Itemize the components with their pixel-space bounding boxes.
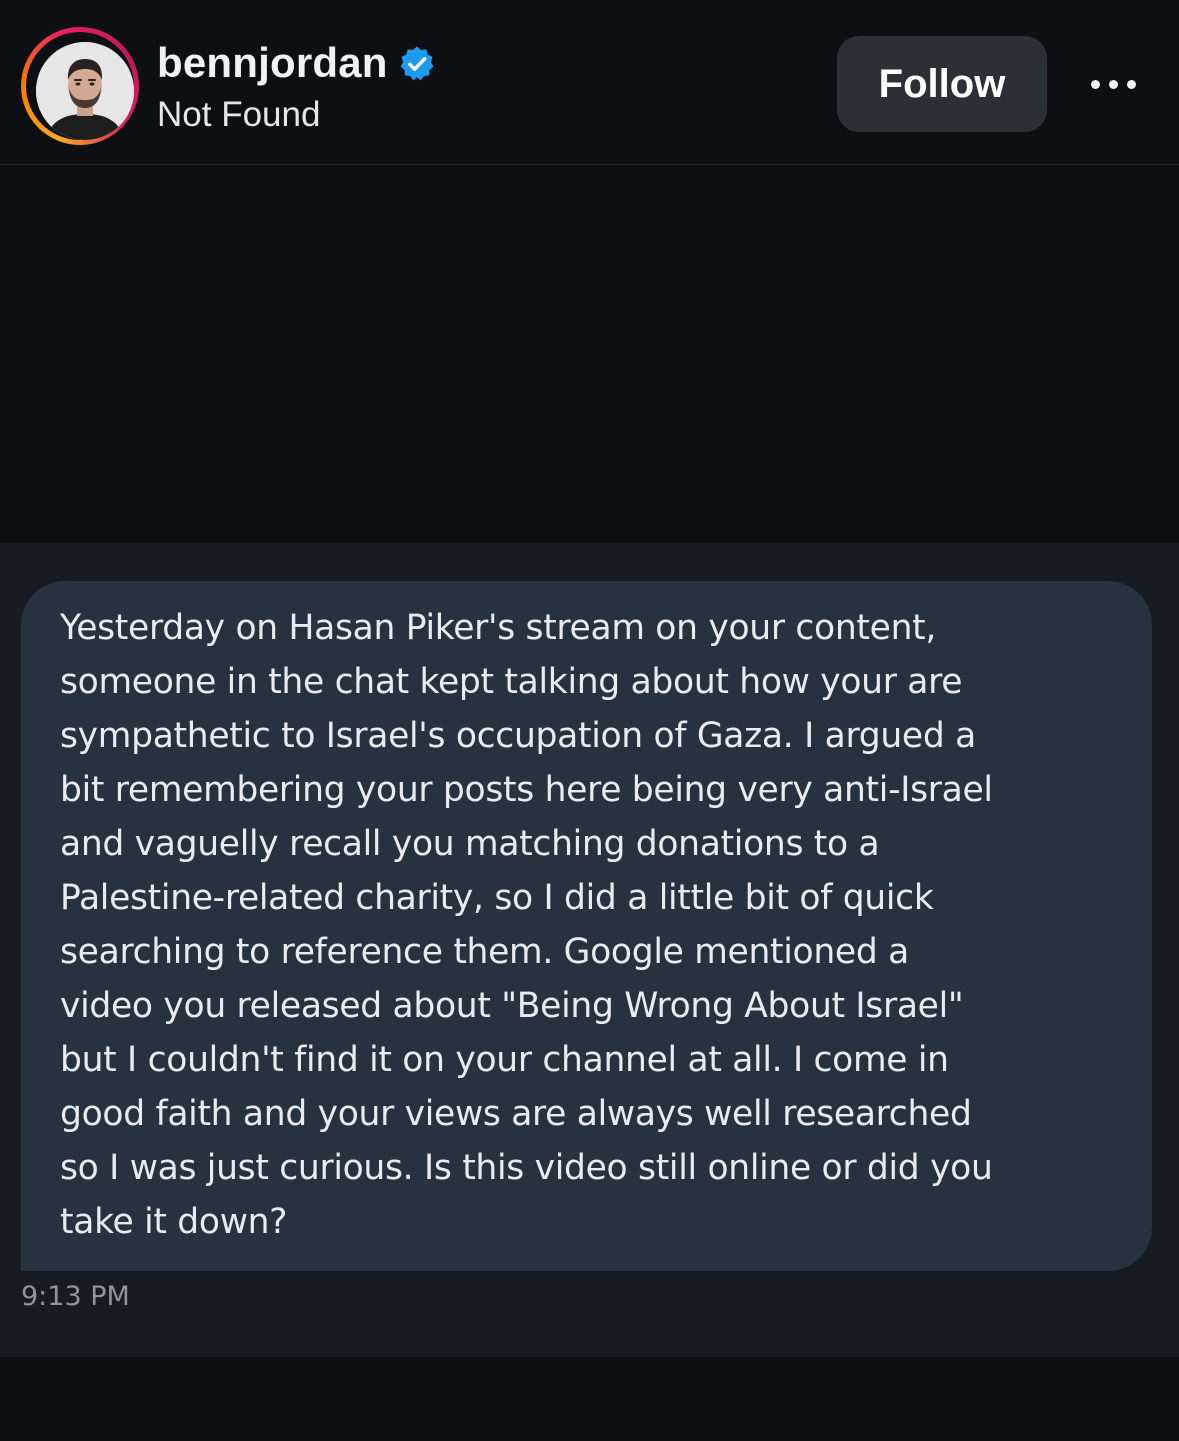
avatar[interactable] xyxy=(36,42,134,140)
post-subtitle: Not Found xyxy=(157,95,321,134)
story-ring[interactable] xyxy=(21,27,139,145)
post-header: bennjordan Not Found Follow xyxy=(0,0,1179,165)
embedded-chat-screenshot: Yesterday on Hasan Piker's stream on you… xyxy=(0,543,1179,1357)
profile-photo xyxy=(36,42,134,140)
message-timestamp: 9:13 PM xyxy=(21,1281,130,1312)
message-line: bit remembering your posts here being ve… xyxy=(60,770,993,810)
message-line: Palestine-related charity, so I did a li… xyxy=(60,878,934,918)
username[interactable]: bennjordan xyxy=(157,38,388,88)
message-line: but I couldn't find it on your channel a… xyxy=(60,1040,949,1080)
message-line: someone in the chat kept talking about h… xyxy=(60,662,963,702)
message-line: Yesterday on Hasan Piker's stream on you… xyxy=(60,608,937,648)
message-line: video you released about "Being Wrong Ab… xyxy=(60,986,964,1026)
message-line: so I was just curious. Is this video sti… xyxy=(60,1148,993,1188)
message-line: good faith and your views are always wel… xyxy=(60,1094,972,1134)
message-text: Yesterday on Hasan Piker's stream on you… xyxy=(60,601,1112,1249)
verified-badge-icon xyxy=(400,46,434,81)
bottom-strip xyxy=(0,1357,1179,1441)
message-line: searching to reference them. Google ment… xyxy=(60,932,909,972)
message-line: and vaguelly recall you matching donatio… xyxy=(60,824,880,864)
message-line: take it down? xyxy=(60,1202,288,1242)
message-line: sympathetic to Israel's occupation of Ga… xyxy=(60,716,976,756)
follow-button[interactable]: Follow xyxy=(837,36,1047,132)
more-options-icon[interactable] xyxy=(1080,62,1146,106)
post-view: bennjordan Not Found Follow Yesterday on… xyxy=(0,0,1179,1441)
media-empty-area xyxy=(0,165,1179,543)
message-bubble: Yesterday on Hasan Piker's stream on you… xyxy=(21,581,1152,1271)
